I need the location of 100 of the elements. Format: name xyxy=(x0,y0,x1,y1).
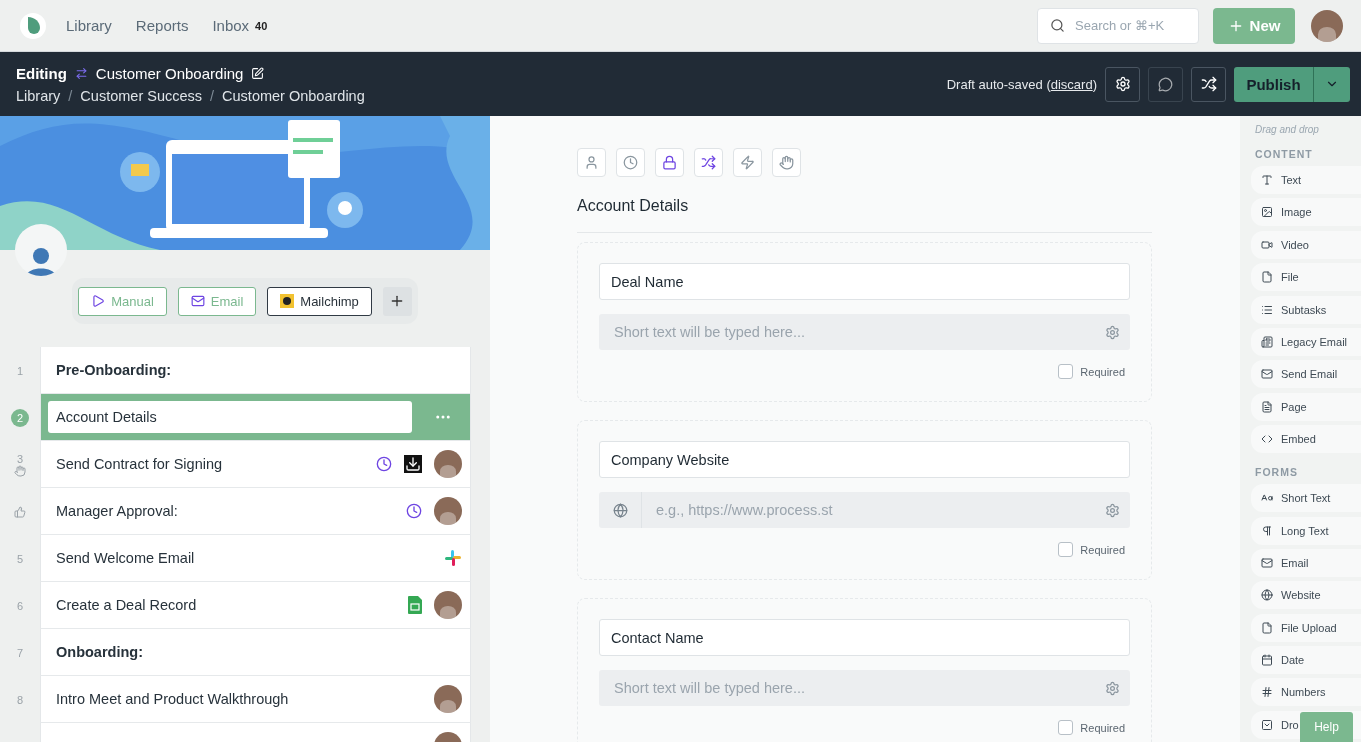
task-row[interactable]: Manager Approval: xyxy=(40,488,471,535)
task-name-field[interactable]: Account Details xyxy=(48,401,412,433)
step-number: 2 xyxy=(11,408,29,427)
comment-button[interactable] xyxy=(1148,66,1183,102)
palette-icon xyxy=(1261,368,1273,381)
required-label: Required xyxy=(1080,721,1125,734)
palette-icon xyxy=(1261,238,1273,251)
palette-item[interactable]: File xyxy=(1251,263,1361,292)
settings-icon[interactable] xyxy=(1105,324,1120,340)
palette-item[interactable]: File Upload xyxy=(1251,613,1361,642)
palette-item[interactable]: Image xyxy=(1251,198,1361,227)
section-heading-row[interactable]: Onboarding: xyxy=(40,629,471,676)
section-heading-row[interactable]: Pre-Onboarding: xyxy=(40,347,471,394)
task-name: Create a Deal Record xyxy=(56,597,198,613)
task-row[interactable]: Send Welcome Email xyxy=(40,535,471,582)
palette-icon xyxy=(1261,524,1273,537)
toolbar-button[interactable] xyxy=(694,148,723,177)
task-row[interactable]: Send Contract for Signing xyxy=(40,441,471,488)
avatar xyxy=(434,685,462,713)
step-number: 7 xyxy=(16,646,24,659)
palette-hint: Drag and drop xyxy=(1255,124,1320,135)
palette-item[interactable]: Short Text xyxy=(1251,484,1361,513)
palette-icon xyxy=(1261,335,1273,348)
breadcrumb-link[interactable]: Customer Success xyxy=(80,87,203,104)
breadcrumb-link[interactable]: Customer Onboarding xyxy=(222,87,365,104)
task-row[interactable]: Create a Deal Record xyxy=(40,582,471,629)
logo[interactable] xyxy=(20,12,46,39)
task-name: Send Welcome Email xyxy=(56,550,196,566)
shuffle-button[interactable] xyxy=(1191,66,1226,102)
palette-icon xyxy=(1261,303,1273,316)
palette-item[interactable]: Email xyxy=(1251,548,1361,577)
palette-item[interactable]: Numbers xyxy=(1251,678,1361,707)
mode-label: Editing xyxy=(16,64,67,82)
spreadsheet-icon xyxy=(408,596,422,614)
palette-icon xyxy=(1261,718,1273,731)
field-label-input[interactable]: Company Website xyxy=(599,441,1130,478)
task-row[interactable]: Account Details xyxy=(40,394,471,441)
toolbar-button[interactable] xyxy=(733,148,762,177)
required-checkbox[interactable] xyxy=(1058,364,1074,379)
avatar xyxy=(434,497,462,525)
settings-button[interactable] xyxy=(1105,66,1140,102)
task-name: Send Contract for Signing xyxy=(56,456,224,472)
download-icon xyxy=(404,455,422,473)
palette-icon xyxy=(1261,686,1273,699)
breadcrumb-separator: / xyxy=(210,87,215,104)
palette-item[interactable]: Video xyxy=(1251,230,1361,259)
task-name: Pre-Onboarding: xyxy=(56,362,173,378)
toolbar-button[interactable] xyxy=(577,148,606,177)
inbox-count: 40 xyxy=(255,19,268,32)
placeholder-text: Short text will be typed here... xyxy=(613,324,806,340)
hand-icon xyxy=(14,464,26,477)
palette-item[interactable]: Embed xyxy=(1251,425,1361,454)
palette-item[interactable]: Date xyxy=(1251,646,1361,675)
palette-item[interactable]: Subtasks xyxy=(1251,295,1361,324)
required-label: Required xyxy=(1080,543,1125,556)
field-label-input[interactable]: Contact Name xyxy=(599,619,1130,656)
toolbar-button[interactable] xyxy=(616,148,645,177)
workflow-icon xyxy=(74,66,88,80)
edit-icon[interactable] xyxy=(251,66,265,80)
nav-link[interactable]: Library xyxy=(66,17,112,34)
required-checkbox[interactable] xyxy=(1058,542,1074,557)
toolbar-button[interactable] xyxy=(655,148,684,177)
palette-icon xyxy=(1261,589,1273,602)
task-name: Intro Meet and Product Walkthrough xyxy=(56,691,290,707)
comment-icon xyxy=(1158,76,1173,92)
settings-icon[interactable] xyxy=(1105,502,1120,518)
palette-item[interactable]: Legacy Email xyxy=(1251,327,1361,356)
avatar xyxy=(434,450,462,478)
field-label-input[interactable]: Deal Name xyxy=(599,263,1130,300)
palette-item[interactable]: Text xyxy=(1251,166,1361,194)
palette-item[interactable]: Send Email xyxy=(1251,360,1361,389)
palette-icon xyxy=(1261,174,1273,186)
search-placeholder: Search or ⌘+K xyxy=(1075,18,1165,33)
required-checkbox[interactable] xyxy=(1058,720,1074,735)
task-name: Onboarding: xyxy=(56,644,144,660)
step-number: 3 xyxy=(16,452,24,465)
palette-item[interactable]: Website xyxy=(1251,581,1361,610)
settings-icon[interactable] xyxy=(1105,680,1120,696)
palette-icon xyxy=(1261,271,1273,284)
nav-link[interactable]: Inbox 40 xyxy=(212,17,268,34)
nav-link[interactable]: Reports xyxy=(135,17,189,34)
trigger-button[interactable]: Mailchimp xyxy=(267,286,372,316)
save-status: Draft auto-saved (discard) xyxy=(946,76,1097,92)
globe-icon xyxy=(612,502,628,518)
breadcrumb-separator: / xyxy=(68,87,73,104)
user-avatar[interactable] xyxy=(1311,9,1343,42)
task-row[interactable]: Intro Meet and Product Walkthrough xyxy=(40,676,471,723)
shuffle-icon xyxy=(1200,76,1217,92)
palette-icon xyxy=(1261,206,1273,219)
section-title: CONTENT xyxy=(1255,148,1314,160)
palette-item[interactable]: Page xyxy=(1251,392,1361,421)
palette-icon xyxy=(1261,621,1273,634)
breadcrumb-link[interactable]: Library xyxy=(16,87,61,104)
clock-icon xyxy=(406,503,422,519)
toolbar-button[interactable] xyxy=(772,148,801,177)
add-trigger-button[interactable] xyxy=(382,286,412,316)
palette-item[interactable]: Long Text xyxy=(1251,516,1361,545)
palette-icon xyxy=(1261,556,1273,569)
avatar xyxy=(434,591,462,619)
step-number: 8 xyxy=(16,693,24,706)
